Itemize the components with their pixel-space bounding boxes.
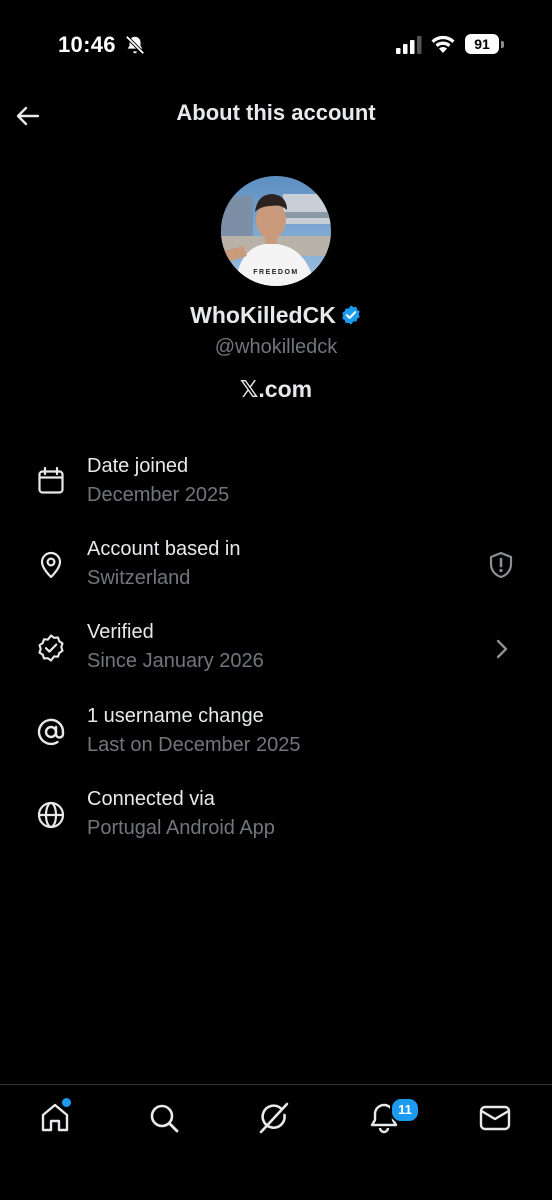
page-title: About this account xyxy=(176,100,376,125)
detail-value: Since January 2026 xyxy=(87,650,264,672)
site-label: 𝕏.com xyxy=(239,376,313,402)
detail-value: Portugal Android App xyxy=(87,817,275,839)
avatar-photo: FREEDOM xyxy=(221,176,331,286)
detail-row-username-change: 1 username change Last on December 2025 xyxy=(0,705,552,785)
display-name-row: WhoKilledCK xyxy=(0,302,552,329)
notification-count-badge: 11 xyxy=(390,1097,420,1123)
chevron-right-icon[interactable] xyxy=(486,634,516,664)
display-name: WhoKilledCK xyxy=(190,302,336,328)
battery-indicator: 91 xyxy=(465,34,505,54)
detail-row-connected-via: Connected via Portugal Android App xyxy=(0,788,552,868)
grok-icon[interactable] xyxy=(256,1100,292,1136)
status-time: 10:46 xyxy=(58,32,116,57)
location-pin-icon xyxy=(40,551,62,579)
verified-badge-icon xyxy=(342,305,360,325)
shirt-print: FREEDOM xyxy=(253,269,299,276)
at-sign-icon xyxy=(37,718,65,746)
user-handle: @whokilledck xyxy=(214,336,338,358)
detail-row-account-based-in: Account based in Switzerland xyxy=(0,538,552,618)
battery-level: 91 xyxy=(465,34,499,54)
bell-muted-icon xyxy=(125,35,145,55)
detail-row-date-joined: Date joined December 2025 xyxy=(0,455,552,535)
wifi-icon xyxy=(431,35,455,53)
bottom-nav-divider xyxy=(0,1084,552,1085)
verified-badge-icon xyxy=(38,634,64,662)
detail-value: Last on December 2025 xyxy=(87,734,301,756)
avatar[interactable]: FREEDOM xyxy=(221,176,331,286)
status-bar: 10:46 91 xyxy=(0,0,552,90)
detail-label: Connected via xyxy=(87,788,215,810)
cellular-signal-icon xyxy=(396,36,422,54)
globe-icon xyxy=(37,801,65,829)
detail-value: December 2025 xyxy=(87,484,230,506)
detail-label: Date joined xyxy=(87,455,189,477)
calendar-icon xyxy=(38,466,64,494)
battery-tip xyxy=(501,41,504,48)
search-icon[interactable] xyxy=(146,1100,182,1136)
detail-label: Verified xyxy=(87,621,154,643)
shield-alert-icon[interactable] xyxy=(486,550,516,580)
messages-icon[interactable] xyxy=(477,1100,513,1136)
detail-label: 1 username change xyxy=(87,705,264,727)
detail-value: Switzerland xyxy=(87,567,191,589)
home-unread-dot xyxy=(62,1098,71,1107)
detail-row-verified[interactable]: Verified Since January 2026 xyxy=(0,621,552,701)
detail-label: Account based in xyxy=(87,538,241,560)
